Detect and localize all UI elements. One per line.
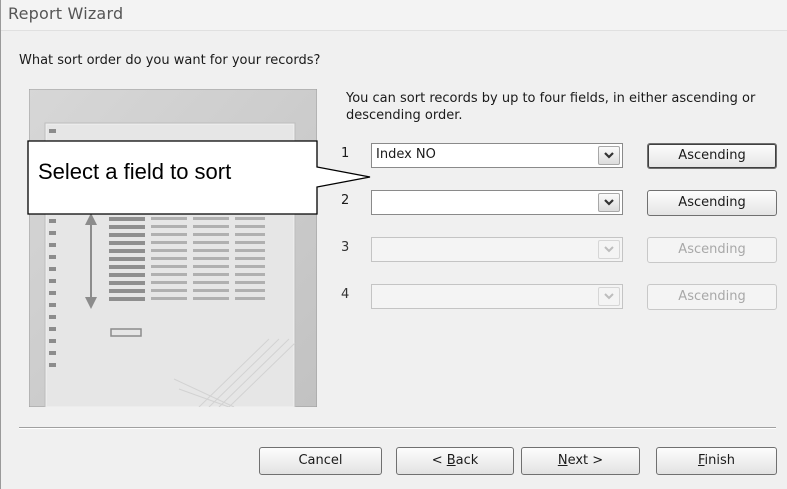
chevron-down-icon <box>604 246 614 253</box>
sort-field-3-dropdown-button <box>598 240 620 259</box>
next-button-rest: ext > <box>567 453 604 468</box>
sort-order-4-button: Ascending <box>647 284 777 310</box>
sort-row-2-number: 2 <box>341 193 350 208</box>
sort-field-1-value: Index NO <box>376 147 436 162</box>
sort-field-1-combo[interactable]: Index NO <box>371 143 623 168</box>
next-button-mnemonic: N <box>557 453 568 468</box>
wizard-question: What sort order do you want for your rec… <box>19 53 321 68</box>
sort-description: You can sort records by up to four field… <box>346 91 756 123</box>
sort-row-3-number: 3 <box>341 240 350 255</box>
sort-field-2-dropdown-button[interactable] <box>598 193 620 212</box>
sort-field-4-combo <box>371 284 623 309</box>
finish-button-rest: inish <box>704 453 736 468</box>
dialog-title: Report Wizard <box>8 4 124 23</box>
back-button-mnemonic: B <box>446 453 456 468</box>
title-bar[interactable]: Report Wizard <box>1 0 787 31</box>
sort-row-1-number: 1 <box>341 146 350 161</box>
sort-field-3-combo <box>371 237 623 262</box>
callout-text: Select a field to sort <box>38 159 232 184</box>
back-button[interactable]: < Back <box>396 447 514 475</box>
back-button-prefix: < <box>431 453 447 468</box>
sort-row-4-number: 4 <box>341 287 350 302</box>
sort-preview-illustration <box>29 89 317 407</box>
footer-separator <box>19 427 776 429</box>
sort-order-2-button[interactable]: Ascending <box>647 190 777 216</box>
chevron-down-icon <box>604 152 614 159</box>
chevron-down-icon <box>604 199 614 206</box>
chevron-down-icon <box>604 293 614 300</box>
sort-order-3-button: Ascending <box>647 237 777 263</box>
cancel-button[interactable]: Cancel <box>259 447 382 475</box>
sort-field-4-dropdown-button <box>598 287 620 306</box>
sort-field-2-combo[interactable] <box>371 190 623 215</box>
finish-button[interactable]: Finish <box>656 447 777 475</box>
back-button-rest: ack <box>455 453 479 468</box>
sort-order-1-button[interactable]: Ascending <box>647 143 777 169</box>
sort-field-1-dropdown-button[interactable] <box>598 146 620 165</box>
next-button[interactable]: Next > <box>521 447 640 475</box>
report-wizard-dialog: Report Wizard What sort order do you wan… <box>0 0 787 489</box>
